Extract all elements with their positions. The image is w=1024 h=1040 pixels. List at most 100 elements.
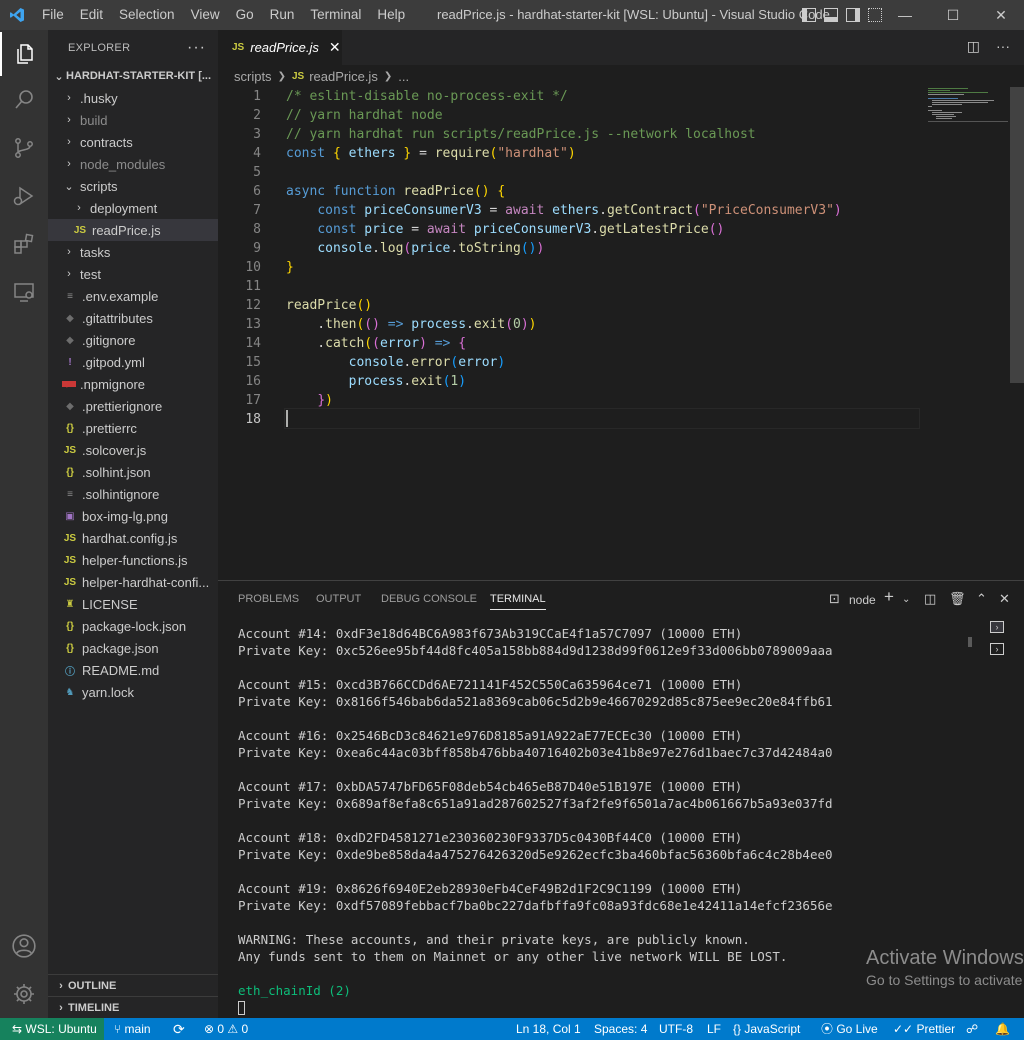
terminal-instance-icon[interactable]: › (990, 621, 1004, 633)
problems-indicator[interactable]: ⊗ 0 ⚠ 0 (204, 1018, 248, 1040)
file-gitignore[interactable]: ◆ .gitignore (48, 329, 218, 351)
customize-layout-icon[interactable] (868, 8, 882, 22)
line-number: 9 (253, 241, 261, 256)
remote-indicator[interactable]: ⇆ WSL: Ubuntu (0, 1018, 104, 1040)
split-terminal-icon[interactable]: ◫ (924, 591, 936, 607)
folder-deployment[interactable]: › deployment (48, 197, 218, 219)
cursor-position[interactable]: Ln 18, Col 1 (516, 1018, 581, 1040)
tree-item-label: README.md (82, 662, 160, 678)
file-gitattributes[interactable]: ◆ .gitattributes (48, 307, 218, 329)
editor-tab-bar: JS readPrice.js ✕ ◫ ··· (218, 30, 1024, 65)
menu-file[interactable]: File (34, 0, 72, 30)
terminal-name[interactable]: node (849, 593, 876, 607)
tab-debug-console[interactable]: DEBUG CONSOLE (381, 593, 477, 605)
file-box-img-lg-png[interactable]: ▣ box-img-lg.png (48, 505, 218, 527)
gear-icon[interactable] (0, 972, 48, 1016)
search-icon[interactable] (0, 78, 48, 122)
editor-scrollbar[interactable] (1010, 87, 1024, 383)
terminal-instance-icon[interactable]: › (990, 643, 1004, 655)
prettier-button[interactable]: ✓✓ Prettier (893, 1018, 955, 1040)
breadcrumb-symbol[interactable]: ... (398, 69, 409, 84)
close-window-button[interactable]: ✕ (978, 0, 1024, 30)
close-tab-icon[interactable]: ✕ (329, 39, 341, 56)
new-terminal-icon[interactable]: + (884, 587, 894, 607)
notifications-bell-icon[interactable]: 🔔 (995, 1018, 1010, 1040)
code-editor[interactable]: 1 /* eslint-disable no-process-exit */ 2 //… (218, 87, 1024, 578)
file-readprice-js[interactable]: JS readPrice.js (48, 219, 218, 241)
indentation[interactable]: Spaces: 4 (594, 1018, 647, 1040)
breadcrumb-file[interactable]: readPrice.js (309, 69, 378, 84)
code-token: /* eslint-disable no-process-exit */ (286, 89, 568, 104)
feedback-icon[interactable]: ☍ (966, 1018, 978, 1040)
tab-output[interactable]: OUTPUT (316, 593, 361, 605)
workspace-root-folder[interactable]: ⌄ HARDHAT-STARTER-KIT [... (48, 65, 218, 87)
diamond-file-icon: ◆ (66, 400, 74, 412)
go-live-button[interactable]: ⦿ Go Live (821, 1018, 878, 1040)
toggle-secondary-sidebar-icon[interactable] (846, 8, 860, 22)
menu-selection[interactable]: Selection (111, 0, 183, 30)
toggle-primary-sidebar-icon[interactable] (802, 8, 816, 22)
outline-section[interactable]: › OUTLINE (48, 974, 218, 996)
file-prettierrc[interactable]: {} .prettierrc (48, 417, 218, 439)
branch-indicator[interactable]: ⑂ main (114, 1018, 151, 1040)
file-package-json[interactable]: {} package.json (48, 637, 218, 659)
folder-tasks[interactable]: › tasks (48, 241, 218, 263)
file-hardhat-config-js[interactable]: JS hardhat.config.js (48, 527, 218, 549)
language-mode[interactable]: {} JavaScript (733, 1018, 800, 1040)
code-token: ) (567, 146, 576, 161)
file-helper-functions-js[interactable]: JS helper-functions.js (48, 549, 218, 571)
extensions-icon[interactable] (0, 222, 48, 266)
maximize-panel-icon[interactable]: ⌃ (976, 591, 987, 607)
remote-explorer-icon[interactable] (0, 270, 48, 314)
timeline-section[interactable]: › TIMELINE (48, 996, 218, 1018)
folder-contracts[interactable]: › contracts (48, 131, 218, 153)
file-solhintignore[interactable]: ≡ .solhintignore (48, 483, 218, 505)
toggle-panel-icon[interactable] (824, 8, 838, 22)
menu-run[interactable]: Run (262, 0, 303, 30)
menu-help[interactable]: Help (369, 0, 413, 30)
minimize-button[interactable]: — (882, 0, 928, 30)
file-env-example[interactable]: ≡ .env.example (48, 285, 218, 307)
split-editor-icon[interactable]: ◫ (967, 38, 980, 55)
trash-icon[interactable]: 🗑 (949, 591, 966, 607)
run-debug-icon[interactable] (0, 174, 48, 218)
menu-terminal[interactable]: Terminal (302, 0, 369, 30)
folder-test[interactable]: › test (48, 263, 218, 285)
close-panel-icon[interactable]: ✕ (999, 591, 1010, 607)
folder-husky[interactable]: › .husky (48, 87, 218, 109)
source-control-icon[interactable] (0, 126, 48, 170)
tab-terminal[interactable]: TERMINAL (490, 593, 546, 610)
maximize-button[interactable]: ☐ (930, 0, 976, 30)
encoding[interactable]: UTF-8 (659, 1018, 693, 1040)
file-solhint-json[interactable]: {} .solhint.json (48, 461, 218, 483)
end-of-line[interactable]: LF (707, 1018, 721, 1040)
file-readme-md[interactable]: ⓘ README.md (48, 659, 218, 681)
explorer-files-icon[interactable] (0, 32, 48, 76)
menu-view[interactable]: View (183, 0, 228, 30)
breadcrumb-folder[interactable]: scripts (234, 69, 272, 84)
minimap[interactable] (926, 87, 1010, 127)
file-solcover-js[interactable]: JS .solcover.js (48, 439, 218, 461)
file-helper-hardhat-confi[interactable]: JS helper-hardhat-confi... (48, 571, 218, 593)
folder-node-modules[interactable]: › node_modules (48, 153, 218, 175)
more-actions-icon[interactable]: ··· (996, 38, 1010, 55)
more-actions-icon[interactable]: ··· (187, 39, 206, 57)
folder-build[interactable]: › build (48, 109, 218, 131)
folder-scripts[interactable]: ⌄ scripts (48, 175, 218, 197)
file-yarn-lock[interactable]: ♞ yarn.lock (48, 681, 218, 703)
sync-icon[interactable]: ⟳ (173, 1018, 185, 1040)
diamond-file-icon: ◆ (66, 312, 74, 324)
file-package-lock-json[interactable]: {} package-lock.json (48, 615, 218, 637)
menu-edit[interactable]: Edit (72, 0, 111, 30)
terminal-scrollbar[interactable] (968, 637, 972, 647)
account-icon[interactable] (0, 924, 48, 968)
menu-go[interactable]: Go (228, 0, 262, 30)
chevron-down-icon[interactable]: ⌄ (902, 594, 910, 605)
tab-readprice-js[interactable]: JS readPrice.js ✕ (218, 30, 342, 65)
file-gitpod-yml[interactable]: ! .gitpod.yml (48, 351, 218, 373)
file-prettierignore[interactable]: ◆ .prettierignore (48, 395, 218, 417)
terminal-output[interactable]: Account #14: 0xdF3e18d64BC6A983f673Ab319… (238, 625, 958, 1015)
file-license[interactable]: ♜ LICENSE (48, 593, 218, 615)
file-npmignore[interactable]: npm .npmignore (48, 373, 218, 395)
tab-problems[interactable]: PROBLEMS (238, 593, 299, 605)
